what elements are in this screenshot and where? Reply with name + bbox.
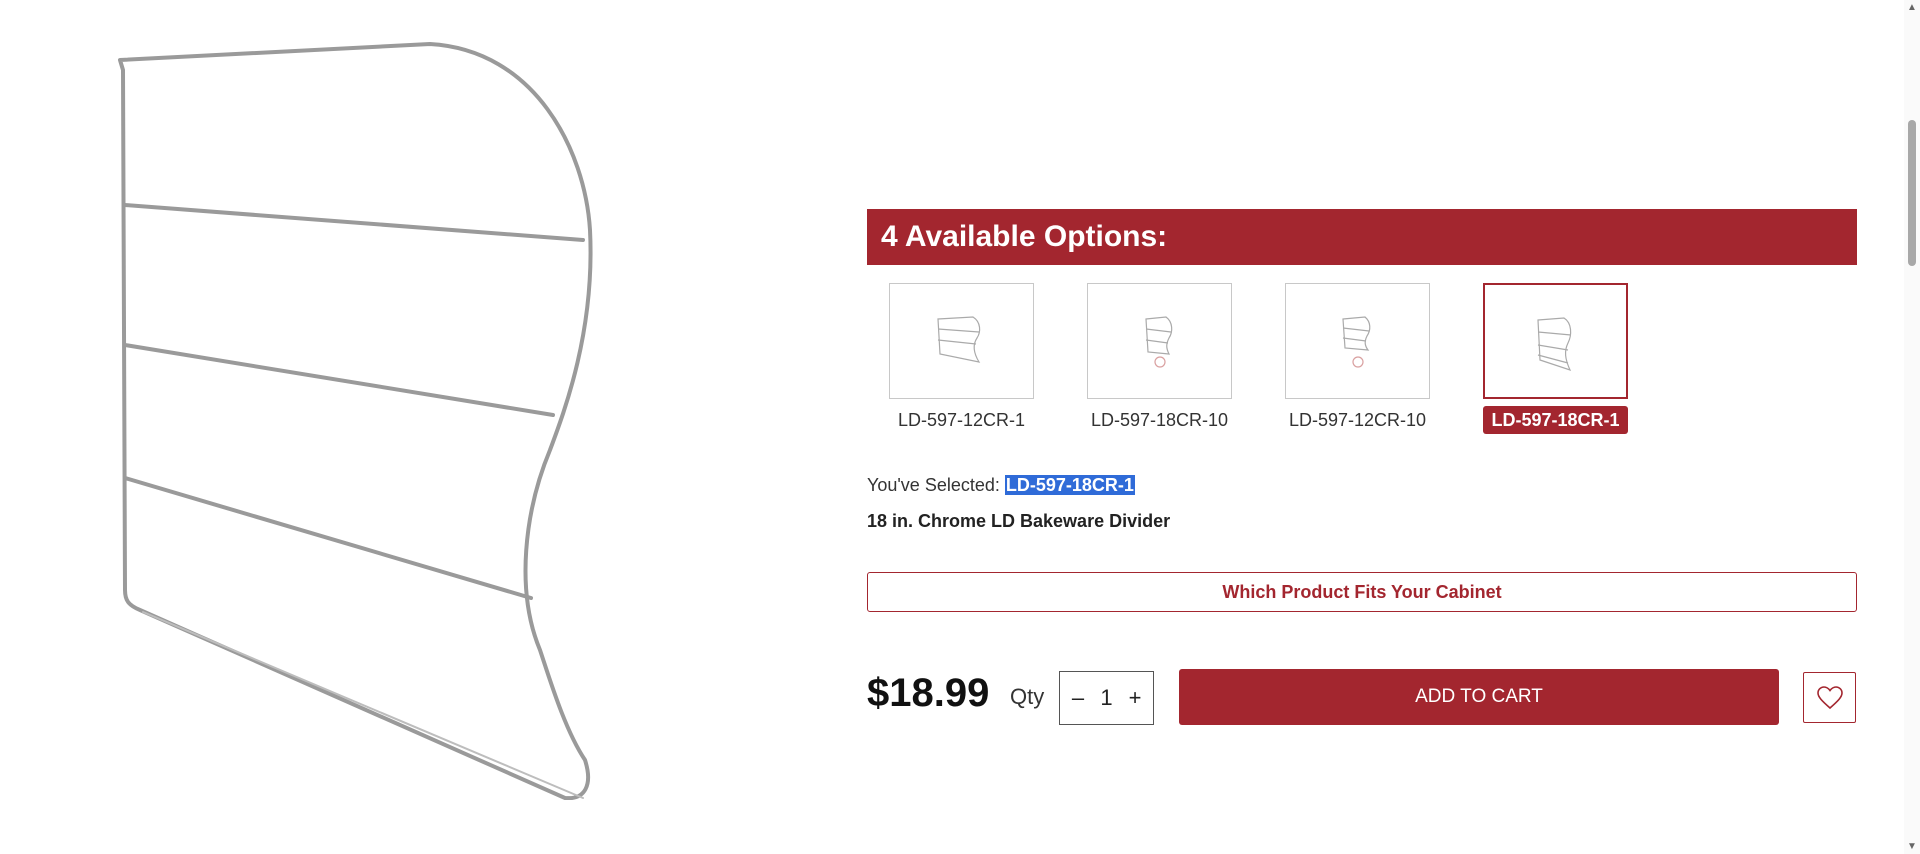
divider-thumbnail-icon [937,316,981,363]
product-image [118,42,593,800]
which-product-fits-button[interactable]: Which Product Fits Your Cabinet [867,572,1857,612]
selected-prefix: You've Selected: [867,475,1005,495]
option-label[interactable]: LD-597-12CR-10 [1285,406,1430,434]
qty-increment-button[interactable]: + [1127,685,1143,711]
option-thumbnail[interactable] [1483,283,1628,399]
option-thumbnail[interactable] [1285,283,1430,399]
option-label[interactable]: LD-597-18CR-10 [1087,406,1232,434]
price: $18.99 [867,671,990,715]
add-to-cart-button[interactable]: ADD TO CART [1179,669,1779,725]
options-header: 4 Available Options: [867,209,1857,265]
option-label[interactable]: LD-597-18CR-1 [1483,406,1628,434]
qty-decrement-button[interactable]: – [1070,685,1086,711]
selected-line: You've Selected: LD-597-18CR-1 [867,475,1135,496]
option-label[interactable]: LD-597-12CR-1 [889,406,1034,434]
selected-value: LD-597-18CR-1 [1004,475,1135,495]
page-scrollbar[interactable]: ▲ ▼ [1904,0,1920,854]
option-thumbnail[interactable] [889,283,1034,399]
scroll-down-icon[interactable]: ▼ [1907,841,1917,852]
product-name: 18 in. Chrome LD Bakeware Divider [867,511,1171,531]
qty-label: Qty [1010,684,1045,709]
option-tile[interactable]: LD-597-18CR-10 [1087,283,1232,434]
divider-thumbnail-icon [1537,317,1572,372]
scroll-up-icon[interactable]: ▲ [1907,2,1917,13]
divider-thumbnail-icon [1342,316,1371,368]
quantity-stepper[interactable]: – 1 + [1059,671,1154,725]
option-tile[interactable]: LD-597-12CR-10 [1285,283,1430,434]
option-tile-selected[interactable]: LD-597-18CR-1 [1483,283,1628,434]
option-tile[interactable]: LD-597-12CR-1 [889,283,1034,434]
option-thumbnail[interactable] [1087,283,1232,399]
divider-thumbnail-icon [1145,316,1173,368]
scrollbar-thumb[interactable] [1908,120,1916,266]
qty-input[interactable]: 1 [1100,685,1112,711]
heart-icon [1816,685,1843,709]
wishlist-button[interactable] [1803,672,1856,723]
